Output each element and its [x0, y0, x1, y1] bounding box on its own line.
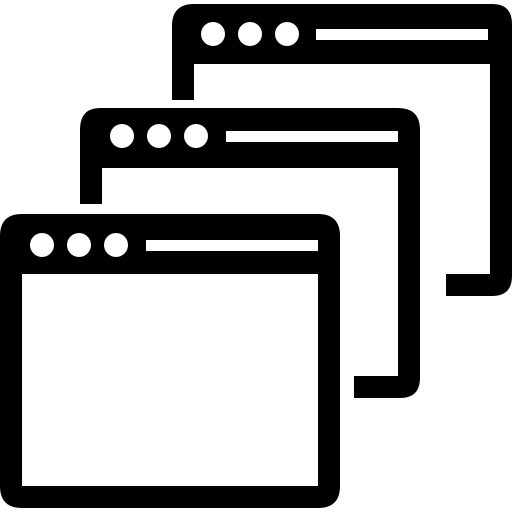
- back-window-dot-2: [238, 22, 262, 46]
- middle-window-dot-2: [147, 124, 171, 148]
- multiple-browser-windows-icon: [0, 4, 512, 508]
- middle-window-dot-3: [184, 124, 208, 148]
- front-window-frame: [0, 214, 340, 508]
- back-window-dot-3: [275, 22, 299, 46]
- middle-window-dot-1: [110, 124, 134, 148]
- front-window-address-bar: [146, 240, 318, 251]
- icon-canvas: [0, 0, 512, 512]
- middle-window-address-bar: [226, 131, 398, 142]
- front-window-dot-3: [104, 233, 128, 257]
- front-window-dot-1: [30, 233, 54, 257]
- front-window: [0, 214, 340, 508]
- front-window-dot-2: [67, 233, 91, 257]
- back-window-dot-1: [201, 22, 225, 46]
- back-window-address-bar: [316, 29, 488, 40]
